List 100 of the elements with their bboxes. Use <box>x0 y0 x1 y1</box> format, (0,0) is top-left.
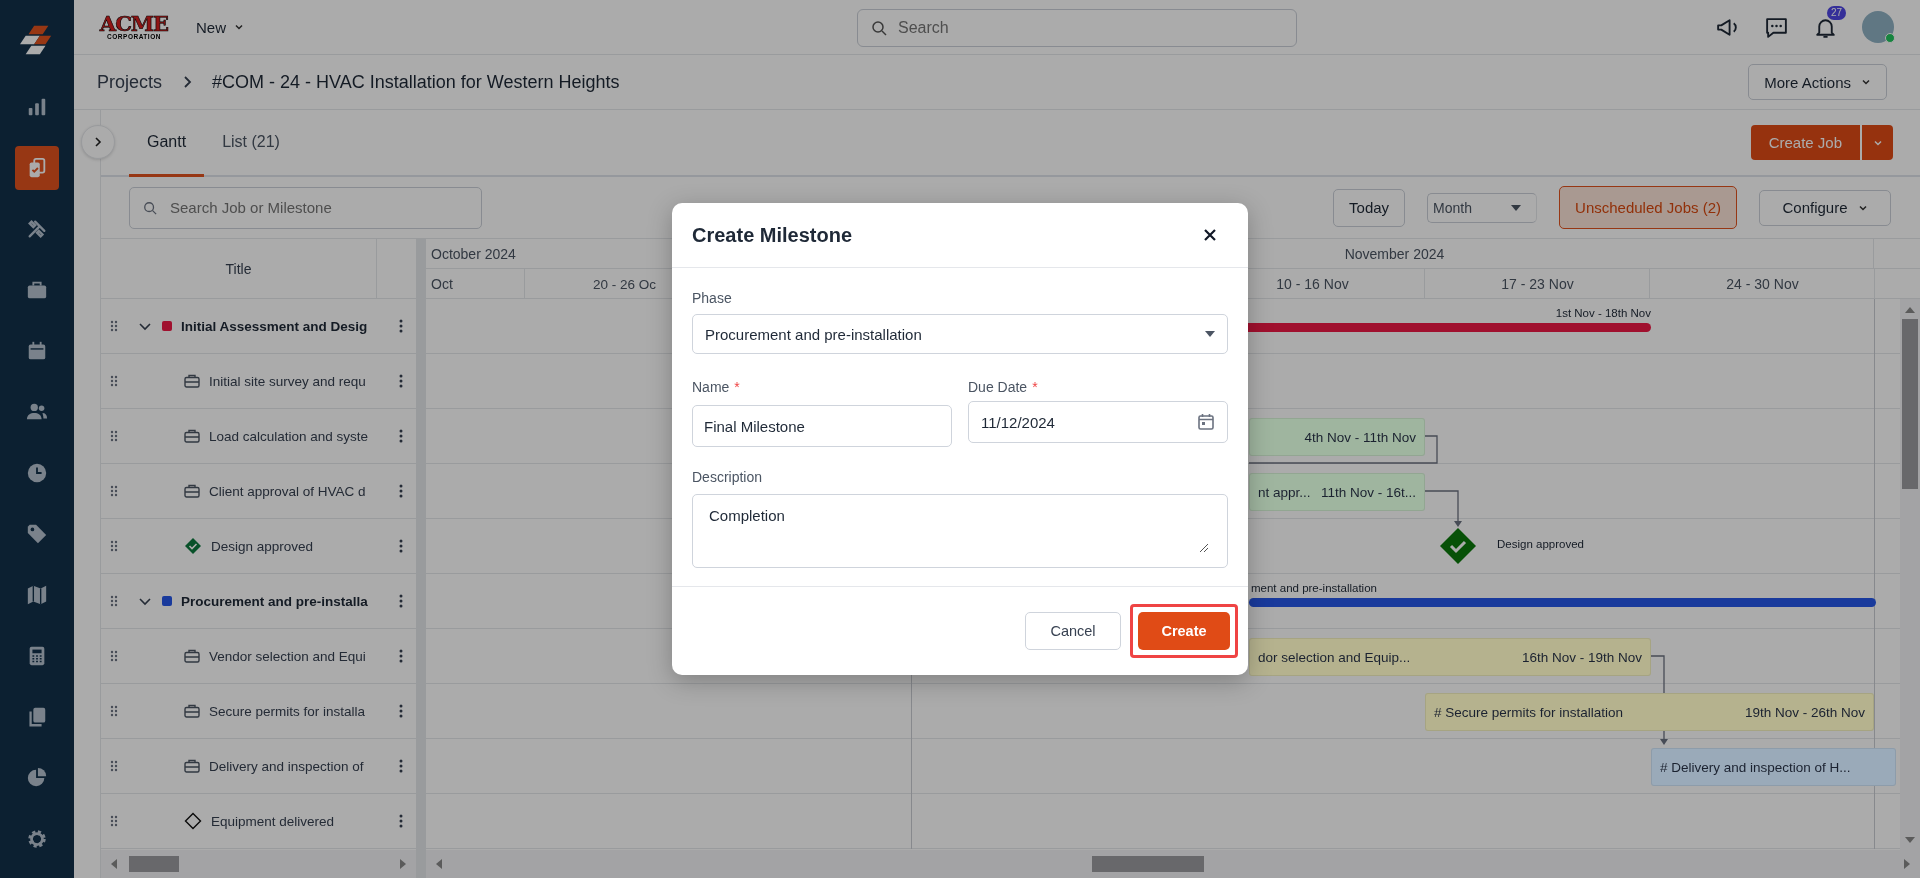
job-title[interactable]: Initial site survey and requ <box>209 373 395 389</box>
week-header: Oct <box>430 275 454 294</box>
chevron-right-icon <box>92 136 104 148</box>
field-label: Due Date <box>968 379 1028 395</box>
dropdown-arrow-icon <box>1205 331 1215 337</box>
view-select[interactable]: Month <box>1427 192 1538 223</box>
more-options-icon[interactable] <box>399 594 403 608</box>
job-title[interactable]: Delivery and inspection of <box>209 758 395 774</box>
horizontal-scrollbar[interactable] <box>426 850 1920 878</box>
cancel-button[interactable]: Cancel <box>1025 612 1121 650</box>
description-textarea[interactable]: Completion <box>692 494 1228 568</box>
create-button[interactable]: Create <box>1138 612 1230 650</box>
resize-handle-icon[interactable] <box>1199 543 1209 553</box>
drag-handle-icon[interactable] <box>110 595 118 607</box>
scroll-right-icon[interactable] <box>1904 859 1910 869</box>
week-header: 10 - 16 Nov <box>1275 275 1350 294</box>
week-header: 17 - 23 Nov <box>1500 275 1575 294</box>
scroll-up-icon[interactable] <box>1905 307 1915 313</box>
configure-button[interactable]: Configure <box>1759 189 1891 226</box>
date-range-label: 19th Nov - 26th Nov <box>1744 704 1865 720</box>
clipboard-icon[interactable] <box>15 146 59 190</box>
job-title[interactable]: Vendor selection and Equi <box>209 648 395 664</box>
drag-handle-icon[interactable] <box>110 815 118 827</box>
calendar-icon[interactable] <box>1197 413 1215 431</box>
field-label: Phase <box>692 290 733 306</box>
phase-title[interactable]: Procurement and pre-installa <box>181 593 395 609</box>
more-options-icon[interactable] <box>399 319 403 333</box>
required-mark: * <box>734 379 740 395</box>
date-range-label: 4th Nov - 11th Nov <box>1304 429 1416 445</box>
more-actions-button[interactable]: More Actions <box>1748 64 1887 100</box>
scroll-down-icon[interactable] <box>1905 837 1915 843</box>
dependency-arrow <box>1424 490 1462 527</box>
briefcase-icon <box>184 484 200 498</box>
more-options-icon[interactable] <box>399 814 403 828</box>
view-tab[interactable]: List (21) <box>204 110 298 177</box>
job-title[interactable]: Load calculation and syste <box>209 428 395 444</box>
more-options-icon[interactable] <box>399 649 403 663</box>
more-options-icon[interactable] <box>399 374 403 388</box>
job-title[interactable]: Secure permits for installa <box>209 703 395 719</box>
close-icon[interactable] <box>1202 227 1218 243</box>
more-options-icon[interactable] <box>399 484 403 498</box>
scrollbar-thumb[interactable] <box>1092 856 1204 872</box>
field-label: Description <box>692 469 764 485</box>
vertical-scrollbar[interactable] <box>1900 299 1920 851</box>
milestone-label: Design approved <box>1497 538 1584 550</box>
today-button[interactable]: Today <box>1333 188 1406 227</box>
job-bar-title: nt appr... <box>1258 484 1311 500</box>
more-options-icon[interactable] <box>399 429 403 443</box>
job-bar-title: # Secure permits for installation <box>1434 704 1624 720</box>
drag-handle-icon[interactable] <box>110 485 118 497</box>
job-bar[interactable]: dor selection and Equip... 16th Nov - 19th Nov <box>1249 638 1651 676</box>
drag-handle-icon[interactable] <box>110 375 118 387</box>
column-header: Title <box>101 239 377 298</box>
search-field[interactable]: Search <box>857 9 1297 47</box>
job-title[interactable]: Client approval of HVAC d <box>209 483 395 499</box>
search-icon <box>871 20 887 36</box>
date-range-label: 16th Nov - 19th Nov <box>1521 649 1642 665</box>
more-options-icon[interactable] <box>399 759 403 773</box>
drag-handle-icon[interactable] <box>110 650 118 662</box>
name-input[interactable]: Final Milestone <box>692 405 952 447</box>
drag-handle-icon[interactable] <box>110 760 118 772</box>
milestone-title[interactable]: Design approved <box>211 538 395 554</box>
drag-handle-icon[interactable] <box>110 540 118 552</box>
date-range-label: 1st Nov - 18th Nov <box>1554 307 1651 319</box>
job-bar-title: # Delivery and inspection of H... <box>1660 759 1851 775</box>
briefcase-icon <box>184 429 200 443</box>
phase-title[interactable]: Initial Assessment and Desig <box>181 318 395 334</box>
search-icon <box>143 200 157 215</box>
breadcrumb-link[interactable]: Projects <box>97 71 163 93</box>
job-search-field[interactable]: Search Job or Milestone <box>129 186 482 229</box>
phase-bar-label: ment and pre-installation <box>1251 582 1377 594</box>
required-mark: * <box>1032 379 1038 395</box>
phase-select[interactable]: Procurement and pre-installation <box>692 314 1228 354</box>
scroll-right-icon[interactable] <box>400 859 406 869</box>
job-bar[interactable]: # Secure permits for installation 19th Nov - 26th Nov <box>1425 693 1874 731</box>
scrollbar-thumb[interactable] <box>129 856 179 872</box>
job-bar[interactable]: # Delivery and inspection of H... <box>1651 748 1896 786</box>
dropdown-arrow-icon <box>1511 204 1522 211</box>
caret-icon <box>1861 77 1871 87</box>
due-date-input[interactable]: 11/12/2024 <box>968 401 1228 443</box>
drag-handle-icon[interactable] <box>110 430 118 442</box>
job-bar[interactable]: 4th Nov - 11th Nov <box>1249 418 1425 456</box>
view-tab[interactable]: Gantt <box>129 110 205 177</box>
field-label: Name <box>692 379 730 395</box>
drag-handle-icon[interactable] <box>110 320 118 332</box>
milestone-title[interactable]: Equipment delivered <box>211 813 395 829</box>
job-bar-title: dor selection and Equip... <box>1258 649 1411 665</box>
scrollbar-thumb[interactable] <box>1902 319 1918 489</box>
more-options-icon[interactable] <box>399 704 403 718</box>
more-options-icon[interactable] <box>399 539 403 553</box>
new-menu[interactable]: New <box>190 17 250 37</box>
milestone-diamond[interactable] <box>1439 527 1477 565</box>
scroll-left-icon[interactable] <box>436 859 442 869</box>
notification-count: 27 <box>1826 5 1846 20</box>
caret-icon <box>234 22 244 32</box>
scroll-left-icon[interactable] <box>111 859 117 869</box>
briefcase-icon <box>184 649 200 663</box>
horizontal-scrollbar[interactable] <box>101 850 416 878</box>
job-bar[interactable]: nt appr... 11th Nov - 16t... <box>1249 473 1425 511</box>
drag-handle-icon[interactable] <box>110 705 118 717</box>
